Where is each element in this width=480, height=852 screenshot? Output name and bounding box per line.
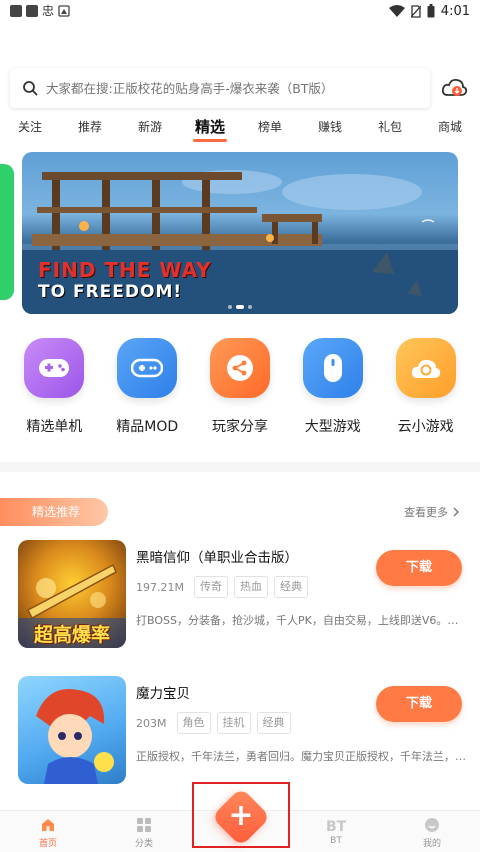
game-tag: 经典 [273, 576, 308, 598]
download-button[interactable]: 下载 [376, 550, 462, 586]
game-size: 203M [136, 716, 167, 730]
tab-follow[interactable]: 关注 [0, 114, 60, 142]
quick-link-cloud-games[interactable]: 云小游戏 [381, 338, 471, 442]
nav-label: BT [330, 836, 342, 846]
game-card[interactable]: 魔力宝贝 203M 角色 挂机 经典 正版授权，千年法兰，勇者回归。魔力宝贝正版… [18, 676, 466, 786]
nav-label: 分类 [134, 839, 153, 849]
tab-earn[interactable]: 赚钱 [300, 114, 360, 142]
profile-icon [425, 818, 439, 832]
pagination-dot [228, 305, 232, 309]
tab-recommend[interactable]: 推荐 [60, 114, 120, 142]
quick-link-single-player[interactable]: 精选单机 [9, 338, 99, 442]
svg-text:BT: BT [326, 819, 347, 833]
tab-new-games[interactable]: 新游 [120, 114, 180, 142]
game-description: 正版授权，千年法兰，勇者回归。魔力宝贝正版授权，千年法兰，勇者回... [136, 750, 466, 763]
pagination-dot [248, 305, 252, 309]
cloud-download-icon[interactable] [440, 74, 468, 102]
home-icon [42, 819, 54, 831]
no-sim-icon [410, 4, 421, 18]
game-thumbnail [18, 676, 126, 784]
gamepad-icon [24, 338, 85, 398]
quick-link-player-share[interactable]: 玩家分享 [195, 338, 285, 442]
tab-gifts[interactable]: 礼包 [360, 114, 420, 142]
wifi-icon [388, 5, 405, 17]
share-icon [209, 338, 270, 398]
cloud-game-icon [395, 338, 456, 398]
notification-icon [26, 5, 38, 17]
game-title: 黑暗信仰（单职业合击版） [136, 550, 298, 566]
status-glyph: 忠 [42, 4, 55, 18]
chevron-right-icon [453, 507, 459, 517]
section-title: 精选推荐 [0, 498, 108, 526]
quick-link-label: 云小游戏 [397, 419, 454, 435]
grid-icon [137, 818, 151, 832]
quick-link-label: 玩家分享 [211, 419, 268, 435]
quick-link-label: 精选单机 [26, 419, 83, 435]
status-left: 忠 [10, 5, 70, 17]
game-tag: 传奇 [193, 576, 228, 598]
tab-featured[interactable]: 精选 [180, 114, 240, 142]
pagination-dot-active [236, 305, 244, 309]
search-input[interactable] [46, 80, 418, 96]
see-more-label: 查看更多 [404, 506, 448, 519]
download-button[interactable]: 下载 [376, 686, 462, 722]
game-meta: 203M 角色 挂机 经典 [136, 712, 291, 734]
banner-prev-peek[interactable] [0, 164, 14, 300]
nav-label: 首页 [38, 839, 57, 849]
status-time: 4:01 [440, 3, 470, 19]
game-description: 打BOSS，分装备，抢沙城，千人PK，自由交易，上线即送V6。充值比例... [136, 614, 466, 627]
game-card[interactable]: 超高爆率 黑暗信仰（单职业合击版） 197.21M 传奇 热血 经典 打BOSS… [18, 540, 466, 650]
section-divider [0, 462, 480, 472]
quick-link-label: 精品MOD [116, 419, 179, 435]
notification-icon [10, 5, 22, 17]
quick-link-label: 大型游戏 [304, 419, 361, 435]
see-more-link[interactable]: 查看更多 [404, 504, 460, 520]
quick-link-large-games[interactable]: 大型游戏 [288, 338, 378, 442]
banner-subheadline: TO FREEDOM! [38, 282, 183, 302]
banner-pagination [228, 305, 252, 309]
image-icon [58, 5, 70, 17]
game-size: 197.21M [136, 580, 184, 594]
controller-icon [117, 338, 178, 398]
game-tag: 角色 [176, 712, 211, 734]
mouse-icon [302, 338, 363, 398]
game-title: 魔力宝贝 [136, 686, 190, 702]
bt-icon: BT [326, 819, 347, 833]
banner-carousel[interactable]: FIND THE WAY TO FREEDOM! [22, 152, 458, 314]
nav-categories[interactable]: 分类 [96, 811, 192, 852]
quick-links: 精选单机 精品MOD 玩家分享 大型游戏 云小游戏 [0, 338, 480, 442]
status-bar: 忠 4:01 [0, 0, 480, 22]
game-tag: 挂机 [216, 712, 251, 734]
banner-headline: FIND THE WAY [38, 258, 212, 282]
nav-home[interactable]: 首页 [0, 811, 96, 852]
tab-store[interactable]: 商城 [420, 114, 480, 142]
game-thumbnail-caption: 超高爆率 [33, 624, 110, 646]
plus-icon: + [228, 798, 254, 833]
status-right: 4:01 [388, 3, 470, 19]
nav-bt[interactable]: BT BT [288, 811, 384, 852]
quick-link-mod[interactable]: 精品MOD [102, 338, 192, 442]
nav-label: 我的 [422, 839, 441, 849]
battery-icon [427, 4, 435, 18]
game-tag: 经典 [256, 712, 291, 734]
game-thumbnail-art [36, 689, 114, 784]
game-thumbnail: 超高爆率 [18, 540, 126, 648]
search-icon [23, 81, 38, 96]
game-meta: 197.21M 传奇 热血 经典 [136, 576, 308, 598]
search-bar[interactable] [10, 68, 430, 108]
nav-profile[interactable]: 我的 [384, 811, 480, 852]
tab-rankings[interactable]: 榜单 [240, 114, 300, 142]
game-tag: 热血 [233, 576, 268, 598]
category-tabs: 关注 推荐 新游 精选 榜单 赚钱 礼包 商城 [0, 114, 480, 142]
